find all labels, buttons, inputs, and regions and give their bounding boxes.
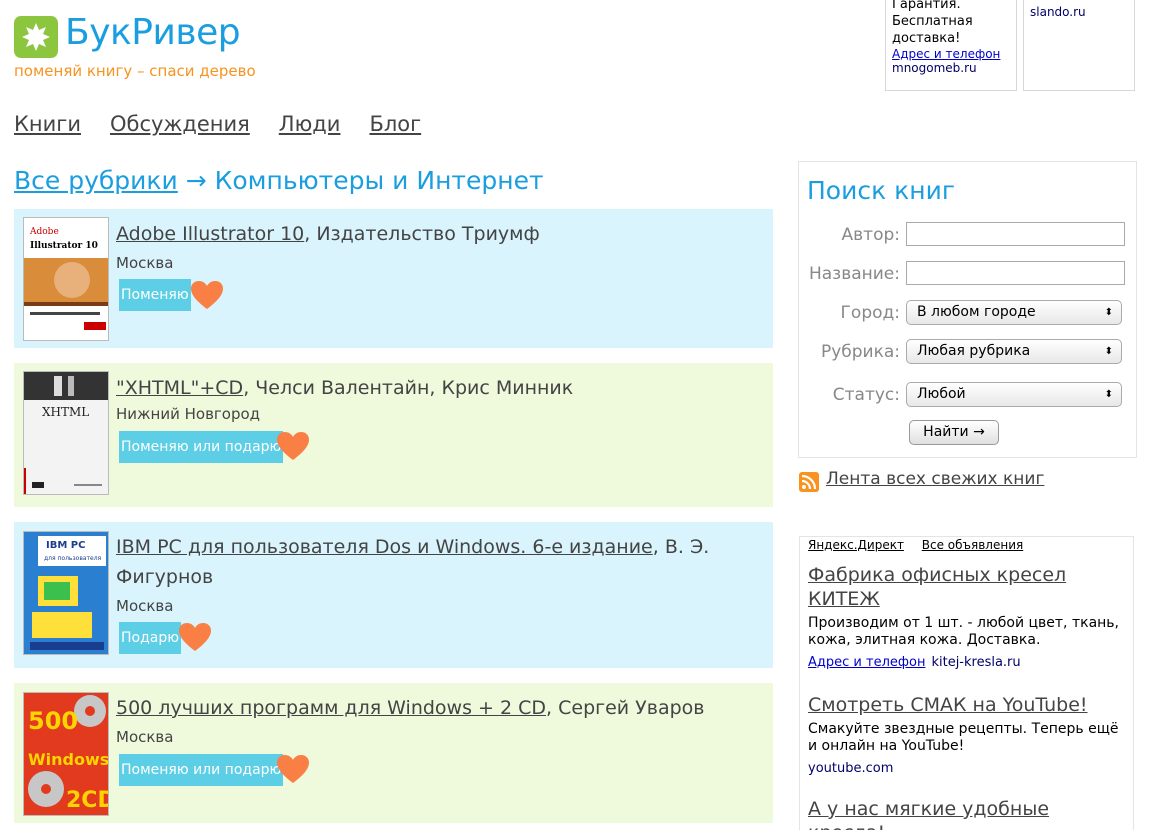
main-nav: Книги Обсуждения Люди Блог [14, 112, 421, 136]
heart-icon[interactable] [276, 431, 310, 461]
top-ad[interactable]: slando.ru [1023, 0, 1135, 91]
status-badge[interactable]: Подарю [119, 622, 182, 654]
book-title-link[interactable]: IBM PC для пользователя Dos и Windows. 6… [116, 536, 653, 558]
logo-name: БукРивер [65, 12, 241, 53]
city-select-value: В любом городе [917, 304, 1036, 320]
heart-icon[interactable] [178, 622, 212, 652]
status-badge[interactable]: Поменяю или подарю [119, 431, 284, 463]
svg-text:IBM PC: IBM PC [46, 540, 85, 551]
direct-ad: Фабрика офисных кресел КИТЕЖ Производим … [808, 563, 1128, 670]
direct-ad: А у нас мягкие удобные кресла! [808, 797, 1128, 830]
ad-domain: youtube.com [808, 761, 894, 776]
status-select[interactable]: Любой ⬍ [906, 382, 1122, 407]
logo-slogan: поменяй книгу – спаси дерево [14, 62, 256, 80]
book-title-link[interactable]: 500 лучших программ для Windows + 2 CD [116, 697, 546, 719]
direct-logo-link[interactable]: Яндекс.Директ [808, 538, 904, 552]
ad-title[interactable]: А у нас мягкие удобные кресла! [808, 797, 1128, 830]
book-author: , Челси Валентайн, Крис Минник [243, 377, 574, 399]
heart-icon[interactable] [276, 754, 310, 784]
book-title: 500 лучших программ для Windows + 2 CD, … [116, 693, 733, 723]
breadcrumb: Все рубрики → Компьютеры и Интернет [14, 166, 544, 195]
select-arrows-icon: ⬍ [1104, 307, 1113, 318]
status-label: Статус: [832, 385, 900, 405]
title-input[interactable] [906, 261, 1125, 285]
city-label: Город: [840, 303, 900, 323]
svg-text:Adobe: Adobe [29, 227, 59, 237]
svg-text:2CD: 2CD [66, 788, 109, 813]
ad-domain: kitej-kresla.ru [931, 655, 1021, 670]
title-label: Название: [808, 264, 900, 284]
book-city: Москва [116, 254, 174, 272]
search-title: Поиск книг [807, 176, 955, 205]
heart-icon[interactable] [190, 280, 224, 310]
rss-link[interactable]: Лента всех свежих книг [826, 469, 1044, 489]
book-title-link[interactable]: "XHTML"+CD [116, 377, 243, 399]
book-city: Нижний Новгород [116, 405, 261, 423]
nav-people[interactable]: Люди [279, 112, 341, 136]
yandex-direct-block: Яндекс.Директ Все объявления Фабрика офи… [799, 536, 1134, 830]
select-arrows-icon: ⬍ [1104, 389, 1113, 400]
svg-text:Windows: Windows [28, 750, 109, 769]
ad-domain: mnogomeb.ru [892, 61, 977, 75]
rubric-label: Рубрика: [820, 342, 900, 362]
windows-500-cover[interactable]: 500 Windows 2CD [23, 692, 109, 816]
xhtml-cover[interactable]: XHTML [23, 371, 109, 495]
author-input[interactable] [906, 222, 1125, 246]
all-ads-link[interactable]: Все объявления [922, 538, 1023, 552]
leaf-icon [14, 16, 58, 58]
ad-title[interactable]: Фабрика офисных кресел КИТЕЖ [808, 563, 1128, 611]
book-city: Москва [116, 597, 174, 615]
ad-body: Производим от 1 шт. - любой цвет, ткань,… [808, 615, 1120, 648]
ad-body: Смакуйте звездные рецепты. Теперь ещё и … [808, 721, 1119, 754]
ad-text: Гарантия. Бесплатная доставка! [892, 0, 973, 46]
book-title: "XHTML"+CD, Челси Валентайн, Крис Минник [116, 373, 733, 403]
nav-discussions[interactable]: Обсуждения [110, 112, 250, 136]
svg-text:500: 500 [28, 707, 78, 735]
book-title: Adobe Illustrator 10, Издательство Триум… [116, 219, 733, 249]
book-author: , Сергей Уваров [546, 697, 705, 719]
status-badge[interactable]: Поменяю [119, 279, 191, 311]
book-author: , Издательство Триумф [304, 223, 540, 245]
ibm-pc-cover[interactable]: IBM PC для пользователя [23, 531, 109, 655]
rss-icon[interactable] [799, 472, 819, 492]
book-search-panel: Поиск книг Автор: Название: Город: В люб… [798, 161, 1137, 458]
book-card: 500 Windows 2CD 500 лучших программ для … [14, 683, 773, 823]
ad-address-link[interactable]: Адрес и телефон [808, 655, 925, 670]
city-select[interactable]: В любом городе ⬍ [906, 300, 1122, 325]
rubric-select-value: Любая рубрика [917, 343, 1031, 359]
breadcrumb-root[interactable]: Все рубрики [14, 166, 178, 195]
book-title-link[interactable]: Adobe Illustrator 10 [116, 223, 304, 245]
book-card: XHTML "XHTML"+CD, Челси Валентайн, Крис … [14, 363, 773, 507]
book-city: Москва [116, 728, 174, 746]
nav-books[interactable]: Книги [14, 112, 81, 136]
select-arrows-icon: ⬍ [1104, 346, 1113, 357]
svg-text:Illustrator 10: Illustrator 10 [30, 241, 98, 251]
nav-blog[interactable]: Блог [369, 112, 421, 136]
book-card: Adobe Illustrator 10 Adobe Illustrator 1… [14, 209, 773, 348]
svg-text:XHTML: XHTML [42, 405, 89, 419]
author-label: Автор: [841, 225, 900, 245]
direct-ad: Смотреть СМАК на YouTube! Смакуйте звезд… [808, 693, 1128, 776]
breadcrumb-arrow: → [185, 166, 207, 195]
book-card: IBM PC для пользователя IBM PC для польз… [14, 522, 773, 668]
book-title: IBM PC для пользователя Dos и Windows. 6… [116, 532, 733, 592]
top-ad[interactable]: Гарантия. Бесплатная доставка! Адрес и т… [885, 0, 1017, 91]
rubric-select[interactable]: Любая рубрика ⬍ [906, 339, 1122, 364]
ad-address-link[interactable]: Адрес и телефон [892, 47, 1000, 61]
adobe-illustrator-cover[interactable]: Adobe Illustrator 10 [23, 217, 109, 341]
breadcrumb-current: Компьютеры и Интернет [214, 166, 544, 195]
ad-title[interactable]: Смотреть СМАК на YouTube! [808, 693, 1128, 717]
find-button[interactable]: Найти → [909, 420, 999, 445]
status-badge[interactable]: Поменяю или подарю [119, 754, 284, 786]
ad-domain: slando.ru [1030, 5, 1086, 19]
svg-text:для пользователя: для пользователя [44, 555, 102, 562]
status-select-value: Любой [917, 386, 966, 402]
